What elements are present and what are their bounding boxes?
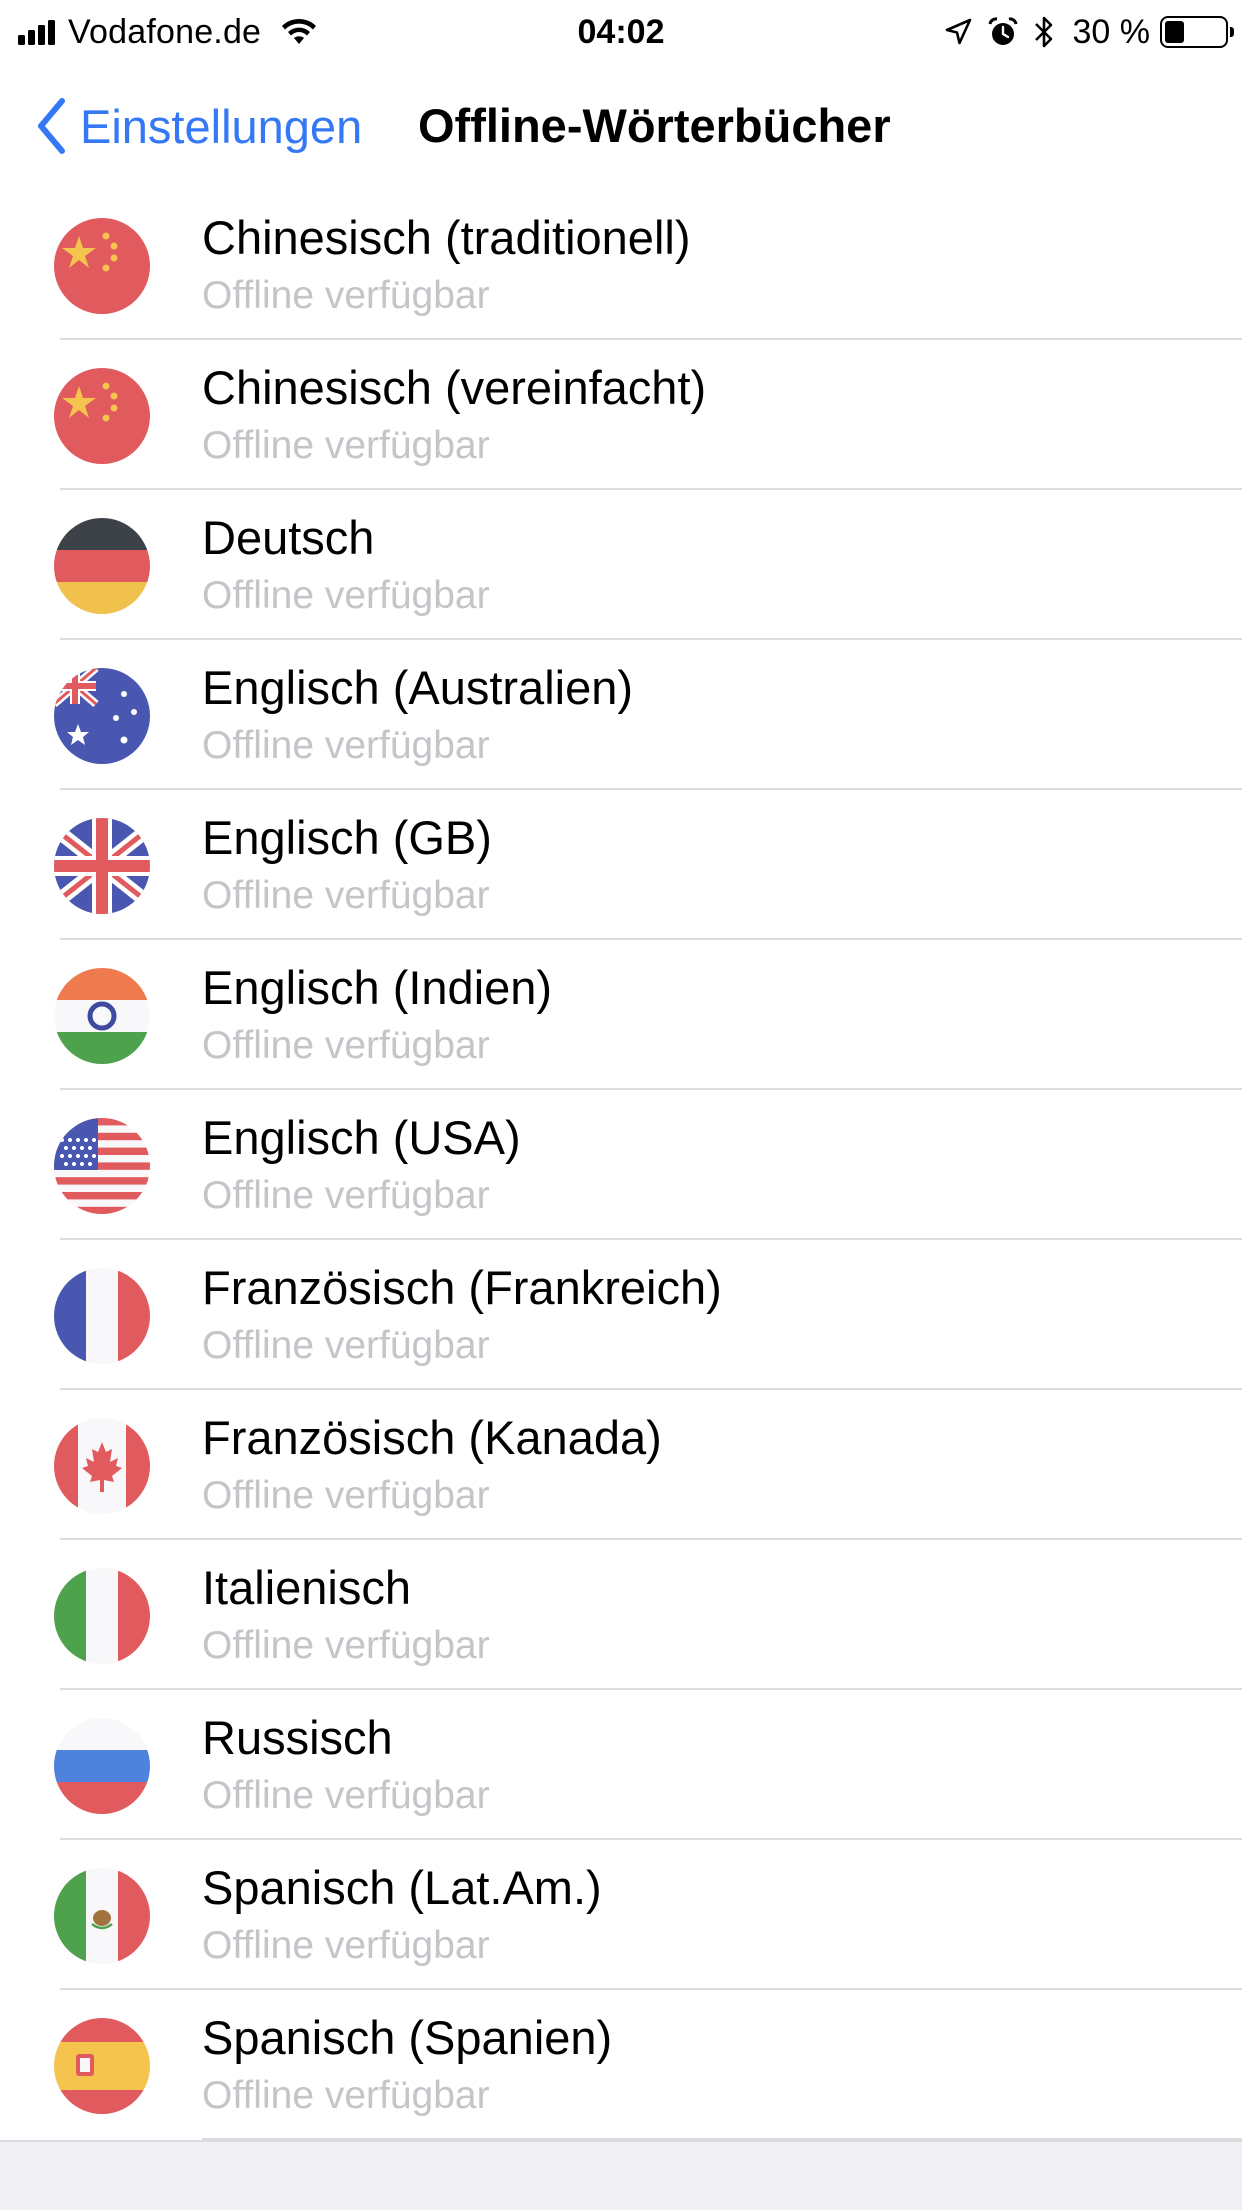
list-item[interactable]: Spanisch (Lat.Am.) Offline verfügbar: [0, 1840, 1242, 1990]
dictionary-list: Chinesisch (traditionell) Offline verfüg…: [0, 190, 1242, 2140]
usa-flag-icon: [54, 1118, 150, 1214]
language-name: Chinesisch (vereinfacht): [202, 361, 707, 414]
back-label: Einstellungen: [80, 99, 363, 153]
language-name: Englisch (Indien): [202, 961, 553, 1014]
status-right: 30 %: [929, 10, 1234, 54]
canada-flag-icon: [54, 1418, 150, 1514]
language-status: Offline verfügbar: [202, 574, 490, 617]
bluetooth-icon: [1034, 16, 1052, 48]
list-item[interactable]: Englisch (USA) Offline verfügbar: [0, 1090, 1242, 1240]
list-item[interactable]: Englisch (Indien) Offline verfügbar: [0, 940, 1242, 1090]
language-status: Offline verfügbar: [202, 2074, 490, 2117]
language-status: Offline verfügbar: [202, 1174, 490, 1217]
spain-flag-icon: [54, 2018, 150, 2114]
language-status: Offline verfügbar: [202, 424, 490, 467]
language-status: Offline verfügbar: [202, 874, 490, 917]
navigation-bar: Einstellungen Offline-Wörterbücher: [0, 62, 1242, 190]
back-button[interactable]: Einstellungen: [36, 96, 362, 156]
language-name: Englisch (USA): [202, 1111, 521, 1164]
language-name: Englisch (GB): [202, 811, 492, 864]
list-item[interactable]: Italienisch Offline verfügbar: [0, 1540, 1242, 1690]
uk-flag-icon: [54, 818, 150, 914]
chevron-left-icon: [38, 98, 65, 154]
language-name: Spanisch (Lat.Am.): [202, 1861, 602, 1914]
battery-icon: [1160, 16, 1234, 48]
language-status: Offline verfügbar: [202, 274, 490, 317]
language-status: Offline verfügbar: [202, 1924, 490, 1967]
location-arrow-icon: [945, 18, 971, 45]
mexico-flag-icon: [54, 1868, 150, 1964]
language-name: Englisch (Australien): [202, 661, 634, 714]
list-footer: [0, 2140, 1242, 2210]
language-status: Offline verfügbar: [202, 1474, 490, 1517]
language-name: Französisch (Frankreich): [202, 1261, 722, 1314]
page-title: Offline-Wörterbücher: [418, 99, 891, 152]
australia-flag-icon: [54, 668, 150, 764]
list-item[interactable]: Chinesisch (vereinfacht) Offline verfügb…: [0, 340, 1242, 490]
germany-flag-icon: [54, 518, 150, 614]
india-flag-icon: [54, 968, 150, 1064]
china-flag-icon: [54, 368, 150, 464]
battery-percent: 30 %: [1072, 12, 1151, 51]
list-item[interactable]: Englisch (Australien) Offline verfügbar: [0, 640, 1242, 790]
language-name: Spanisch (Spanien): [202, 2011, 613, 2064]
language-status: Offline verfügbar: [202, 1024, 490, 1067]
list-item[interactable]: Russisch Offline verfügbar: [0, 1690, 1242, 1840]
china-flag-icon: [54, 218, 150, 314]
language-name: Russisch: [202, 1711, 393, 1764]
language-name: Deutsch: [202, 511, 375, 564]
list-item[interactable]: Englisch (GB) Offline verfügbar: [0, 790, 1242, 940]
language-name: Chinesisch (traditionell): [202, 211, 691, 264]
italy-flag-icon: [54, 1568, 150, 1664]
language-status: Offline verfügbar: [202, 1624, 490, 1667]
list-item[interactable]: Französisch (Frankreich) Offline verfügb…: [0, 1240, 1242, 1390]
list-item[interactable]: Deutsch Offline verfügbar: [0, 490, 1242, 640]
list-item[interactable]: Spanisch (Spanien) Offline verfügbar: [0, 1990, 1242, 2140]
list-item[interactable]: Chinesisch (traditionell) Offline verfüg…: [0, 190, 1242, 340]
language-status: Offline verfügbar: [202, 1324, 490, 1367]
france-flag-icon: [54, 1268, 150, 1364]
language-status: Offline verfügbar: [202, 1774, 490, 1817]
list-item[interactable]: Französisch (Kanada) Offline verfügbar: [0, 1390, 1242, 1540]
language-name: Italienisch: [202, 1561, 411, 1614]
language-name: Französisch (Kanada): [202, 1411, 662, 1464]
russia-flag-icon: [54, 1718, 150, 1814]
alarm-clock-icon: [988, 17, 1017, 45]
language-status: Offline verfügbar: [202, 724, 490, 767]
status-bar: Vodafone.de 04:02 30 %: [0, 0, 1242, 62]
